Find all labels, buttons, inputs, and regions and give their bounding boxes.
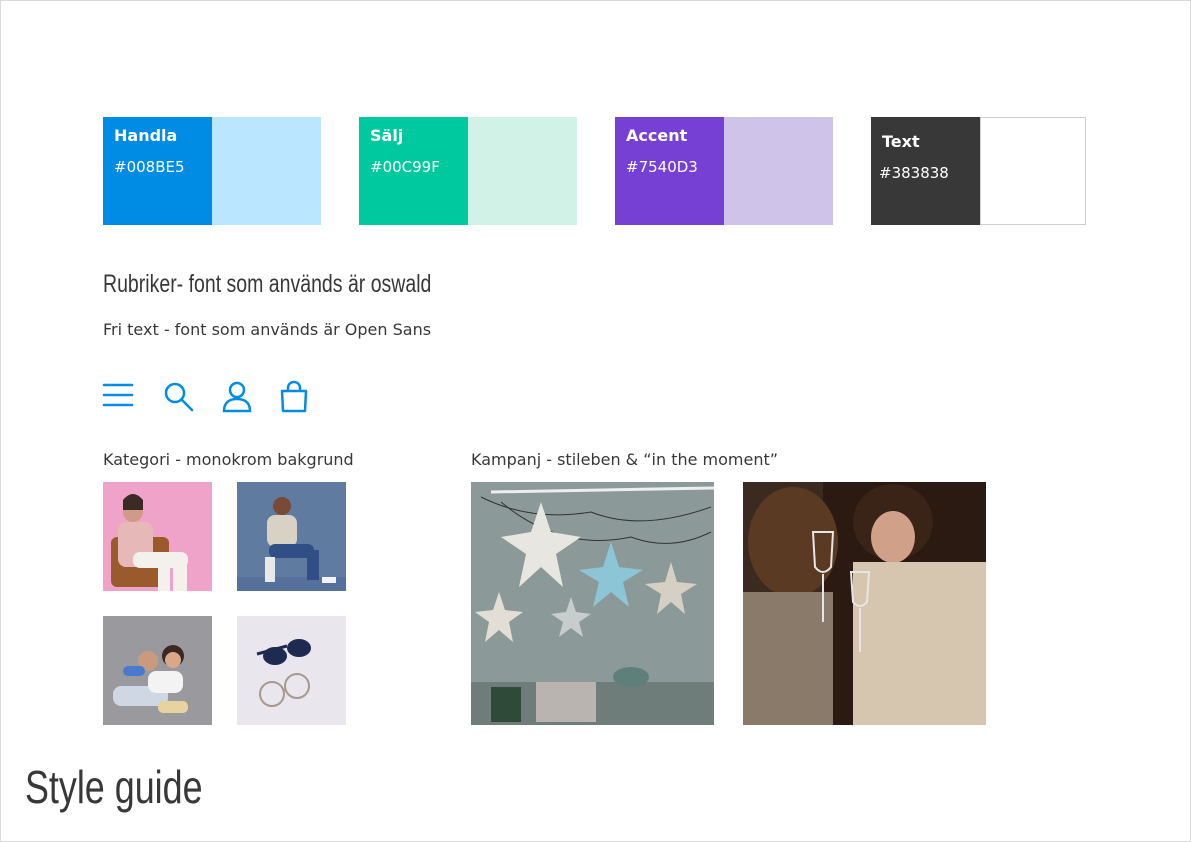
- swatch-accent: Accent #7540D3: [615, 117, 833, 225]
- swatch-name: Accent: [626, 126, 688, 145]
- photo-women-toasting-wine: [743, 482, 986, 725]
- swatch-hex: #008BE5: [114, 158, 185, 176]
- body-font-sample: Fri text - font som används är Open Sans: [103, 320, 432, 339]
- swatch-text: Text #383838: [871, 117, 1086, 225]
- photo-sunglasses-light-background: [237, 616, 346, 725]
- swatch-main-color: Accent #7540D3: [615, 117, 724, 225]
- swatch-main-color: Handla #008BE5: [103, 117, 212, 225]
- campaign-caption: Kampanj - stileben & “in the moment”: [471, 450, 779, 469]
- swatch-name: Sälj: [370, 126, 404, 145]
- swatch-main-color: Text #383838: [871, 117, 980, 225]
- swatch-tint: [468, 117, 577, 225]
- swatch-salj: Sälj #00C99F: [359, 117, 577, 225]
- photo-woman-pink-background: [103, 482, 212, 591]
- swatch-hex: #7540D3: [626, 158, 698, 176]
- swatch-tint: [724, 117, 833, 225]
- heading-font-sample: Rubriker- font som används är oswald: [103, 270, 432, 298]
- category-caption: Kategori - monokrom bakgrund: [103, 450, 354, 469]
- swatch-tint: [212, 117, 321, 225]
- swatch-handla: Handla #008BE5: [103, 117, 321, 225]
- swatch-hex: #383838: [879, 164, 949, 182]
- photo-paper-stars-still-life: [471, 482, 714, 725]
- page-title: Style guide: [25, 761, 203, 813]
- swatch-name: Text: [882, 132, 920, 151]
- swatch-main-color: Sälj #00C99F: [359, 117, 468, 225]
- search-icon: [163, 380, 195, 414]
- swatch-hex: #00C99F: [370, 158, 440, 176]
- user-icon: [221, 380, 253, 414]
- photo-man-blue-background: [237, 482, 346, 591]
- menu-icon: [102, 380, 134, 414]
- swatch-tint: [980, 117, 1086, 225]
- photo-children-grey-background: [103, 616, 212, 725]
- swatch-name: Handla: [114, 126, 178, 145]
- shopping-bag-icon: [278, 380, 310, 414]
